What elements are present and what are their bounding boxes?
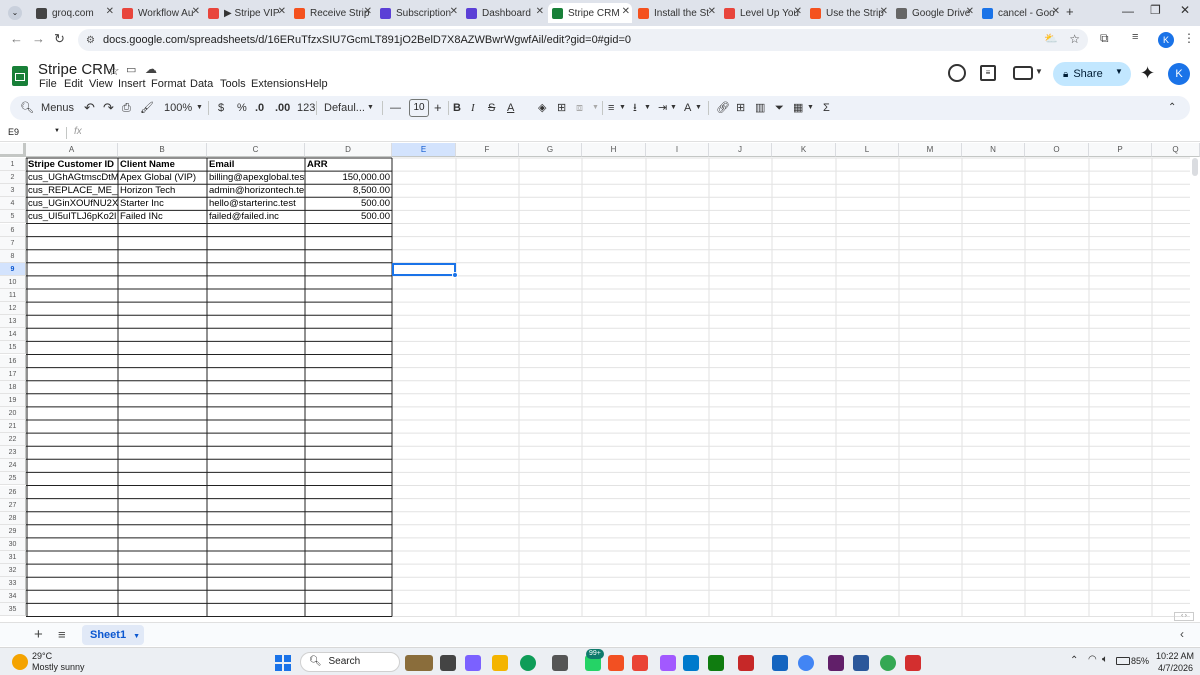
data-cell[interactable]: 8,500.00: [305, 184, 392, 197]
data-cell[interactable]: hello@starterinc.test: [207, 197, 305, 210]
data-cell[interactable]: billing@apexglobal.test: [207, 171, 305, 184]
clock-date[interactable]: 4/7/2026: [1158, 663, 1193, 673]
battery-percent: 85%: [1131, 656, 1150, 666]
data-cell[interactable]: cus_UGinXOUfNU2Xi3: [26, 197, 118, 210]
brave-icon[interactable]: [608, 655, 624, 671]
data-cell[interactable]: failed@failed.inc: [207, 210, 305, 223]
data-cell[interactable]: Starter Inc: [118, 197, 207, 210]
store-icon[interactable]: [552, 655, 568, 671]
taskbar-search-label: Search: [328, 656, 361, 667]
data-cell[interactable]: Horizon Tech: [118, 184, 207, 197]
edge-icon[interactable]: [520, 655, 536, 671]
data-cell[interactable]: Apex Global (VIP): [118, 171, 207, 184]
header-cell[interactable]: Email: [207, 158, 305, 171]
xbox-icon[interactable]: [708, 655, 724, 671]
all-sheets-icon[interactable]: ≡: [58, 627, 66, 642]
taskbar-app-icon[interactable]: [405, 655, 433, 671]
os-taskbar: 29°C Mostly sunny 🔍︎ Search 99+ ⌃ ◠ 🔈︎ 8…: [0, 647, 1200, 675]
wifi-icon[interactable]: ◠: [1088, 654, 1097, 665]
vertical-scrollbar[interactable]: [1192, 158, 1198, 176]
scroll-buttons[interactable]: ‹ ›: [1174, 612, 1194, 621]
word-icon[interactable]: [853, 655, 869, 671]
taskbar-app-icon[interactable]: [465, 655, 481, 671]
data-cell[interactable]: 150,000.00: [305, 171, 392, 184]
data-cell[interactable]: 500.00: [305, 210, 392, 223]
add-sheet-icon[interactable]: +: [34, 626, 43, 643]
tray-chevron-icon[interactable]: ⌃: [1070, 655, 1078, 666]
weather-icon[interactable]: [12, 654, 28, 670]
weather-desc: Mostly sunny: [32, 662, 85, 672]
taskbar-app-icon[interactable]: [440, 655, 456, 671]
battery-icon: [1116, 657, 1130, 665]
data-cell[interactable]: cus_UI5uITLJ6pKo2l: [26, 210, 118, 223]
taskbar-app-icon[interactable]: [772, 655, 788, 671]
explore-collapse-icon[interactable]: ‹: [1180, 627, 1184, 641]
sheet-tab-dropdown-icon[interactable]: ▼: [133, 633, 140, 640]
figma-icon[interactable]: [660, 655, 676, 671]
chrome-profile-icon[interactable]: [880, 655, 896, 671]
sheet-tab-active[interactable]: Sheet1 ▼: [82, 625, 144, 645]
slack-icon[interactable]: [828, 655, 844, 671]
gridlines: [26, 157, 1190, 617]
data-cell[interactable]: Failed INc: [118, 210, 207, 223]
weather-temp: 29°C: [32, 651, 53, 661]
taskbar-app-icon[interactable]: [738, 655, 754, 671]
clock-time[interactable]: 10:22 AM: [1156, 651, 1194, 661]
windows-start-icon[interactable]: [275, 655, 291, 671]
data-cell[interactable]: admin@horizontech.test: [207, 184, 305, 197]
header-cell[interactable]: ARR: [305, 158, 392, 171]
taskbar-app-icon[interactable]: [905, 655, 921, 671]
selection-fill-handle[interactable]: [452, 271, 458, 278]
taskbar-search-icon: 🔍︎: [309, 656, 322, 667]
notification-badge: 99+: [586, 649, 604, 659]
header-cell[interactable]: Client Name: [118, 158, 207, 171]
sheet-tab-label: Sheet1: [90, 629, 127, 641]
chrome-icon[interactable]: [798, 655, 814, 671]
header-cell[interactable]: Stripe Customer ID: [26, 158, 118, 171]
file-explorer-icon[interactable]: [492, 655, 508, 671]
selected-cell[interactable]: [392, 262, 456, 276]
volume-icon[interactable]: 🔈︎: [1102, 654, 1108, 665]
data-cell[interactable]: cus_REPLACE_ME_2: [26, 184, 118, 197]
opera-icon[interactable]: [632, 655, 648, 671]
sheet-tab-bar: + ≡ Sheet1 ▼ ‹: [0, 622, 1200, 646]
data-cell[interactable]: 500.00: [305, 197, 392, 210]
taskbar-search[interactable]: 🔍︎ Search: [300, 652, 400, 672]
data-cell[interactable]: cus_UGhAGtmscDtMtc: [26, 171, 118, 184]
vscode-icon[interactable]: [683, 655, 699, 671]
